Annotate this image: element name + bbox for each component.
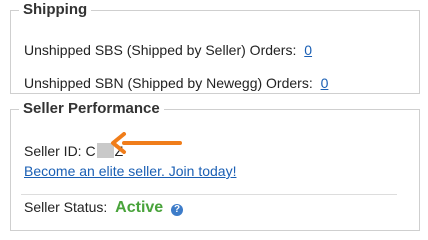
seller-performance-title: Seller Performance bbox=[23, 100, 160, 117]
arrow-left-icon bbox=[111, 132, 182, 154]
sbn-orders-row: Unshipped SBN (Shipped by Newegg) Orders… bbox=[24, 75, 328, 91]
seller-id-row: Seller ID: CZ bbox=[24, 143, 123, 159]
seller-status-row: Seller Status: Active ? bbox=[24, 199, 184, 216]
seller-status-value: Active bbox=[115, 199, 164, 216]
sbs-orders-row: Unshipped SBS (Shipped by Seller) Orders… bbox=[24, 42, 312, 58]
elite-seller-row: Become an elite seller. Join today! bbox=[24, 163, 236, 179]
sbn-orders-label: Unshipped SBN (Shipped by Newegg) Orders… bbox=[24, 75, 313, 91]
section-divider bbox=[21, 194, 397, 195]
question-circle-icon[interactable]: ? bbox=[171, 204, 184, 216]
shipping-section: Shipping Unshipped SBS (Shipped by Selle… bbox=[10, 2, 420, 94]
shipping-title: Shipping bbox=[23, 1, 88, 18]
seller-id-label: Seller ID: bbox=[24, 143, 82, 159]
sbn-orders-count-link[interactable]: 0 bbox=[321, 75, 329, 91]
seller-id-prefix: C bbox=[85, 143, 96, 159]
sbs-orders-label: Unshipped SBS (Shipped by Seller) Orders… bbox=[24, 42, 297, 58]
seller-performance-section: Seller Performance Seller ID: CZ Become … bbox=[10, 101, 420, 231]
sbs-orders-count-link[interactable]: 0 bbox=[304, 42, 312, 58]
seller-status-label: Seller Status: bbox=[24, 199, 108, 215]
elite-seller-link[interactable]: Become an elite seller. Join today! bbox=[24, 163, 236, 179]
